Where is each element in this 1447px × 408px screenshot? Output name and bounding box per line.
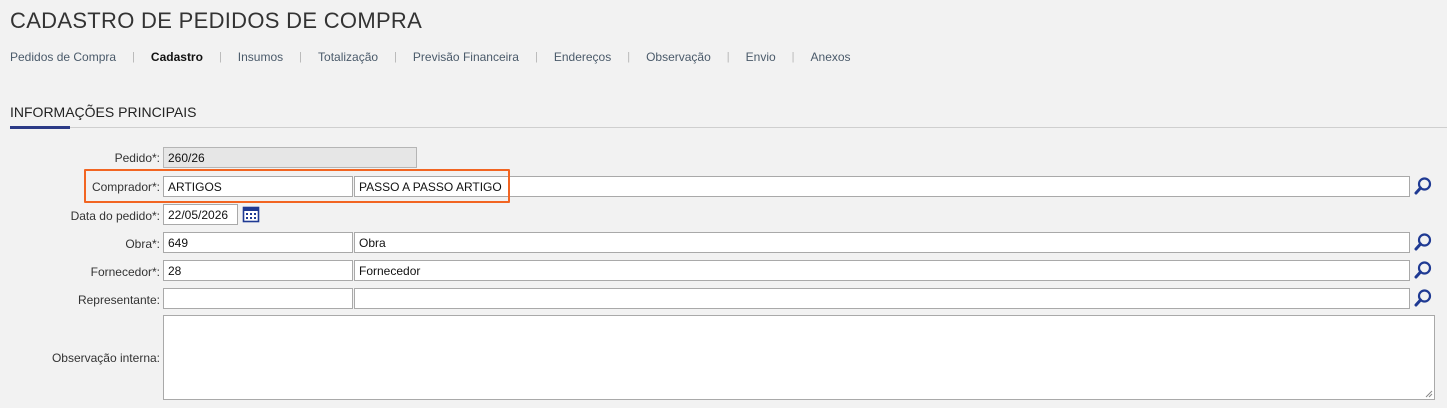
tab-previsao-financeira[interactable]: Previsão Financeira <box>413 50 519 64</box>
tab-separator: | <box>726 51 730 63</box>
comprador-code-input[interactable] <box>163 176 353 197</box>
page-title: CADASTRO DE PEDIDOS DE COMPRA <box>10 8 423 33</box>
tab-insumos[interactable]: Insumos <box>238 50 283 64</box>
tab-anexos[interactable]: Anexos <box>811 50 851 64</box>
fornecedor-code-input[interactable] <box>163 260 353 281</box>
tab-separator: | <box>132 51 135 63</box>
tab-observacao[interactable]: Observação <box>646 50 711 64</box>
comprador-search-icon[interactable] <box>1413 176 1433 196</box>
obra-search-icon[interactable] <box>1413 232 1433 252</box>
fornecedor-name-input[interactable] <box>354 260 1410 281</box>
comprador-name-input[interactable] <box>354 176 1410 197</box>
tab-separator: | <box>791 51 795 63</box>
representante-name-input[interactable] <box>354 288 1410 309</box>
observacao-interna-label: Observação interna: <box>51 351 160 365</box>
representante-code-input[interactable] <box>163 288 353 309</box>
obra-name-input[interactable] <box>354 232 1410 253</box>
fornecedor-label: Fornecedor*: <box>90 265 160 279</box>
tab-separator: | <box>299 51 303 63</box>
comprador-label: Comprador*: <box>91 180 160 194</box>
resize-grip-icon[interactable] <box>1425 390 1433 398</box>
tab-envio[interactable]: Envio <box>746 50 776 64</box>
tab-separator: | <box>218 51 222 63</box>
tab-separator: | <box>627 51 631 63</box>
obra-code-input[interactable] <box>163 232 353 253</box>
data-pedido-input[interactable] <box>163 204 238 225</box>
tab-cadastro[interactable]: Cadastro <box>151 50 203 64</box>
tab-separator: | <box>394 51 397 63</box>
tab-bar: Pedidos de Compra | Cadastro | Insumos |… <box>10 50 851 64</box>
section-divider <box>10 127 1447 128</box>
obra-label: Obra*: <box>125 237 160 251</box>
section-underline <box>10 126 70 129</box>
pedido-label: Pedido*: <box>114 151 160 165</box>
tab-pedidos-de-compra[interactable]: Pedidos de Compra <box>10 50 116 64</box>
tab-separator: | <box>534 51 538 63</box>
tab-enderecos[interactable]: Endereços <box>554 50 611 64</box>
observacao-interna-textarea[interactable] <box>163 315 1435 400</box>
data-pedido-label: Data do pedido*: <box>70 209 160 223</box>
fornecedor-search-icon[interactable] <box>1413 260 1433 280</box>
representante-label: Representante: <box>77 293 160 307</box>
section-title: INFORMAÇÕES PRINCIPAIS <box>10 104 197 120</box>
pedido-field <box>163 147 417 168</box>
tab-totalizacao[interactable]: Totalização <box>318 50 378 64</box>
representante-search-icon[interactable] <box>1413 288 1433 308</box>
calendar-icon[interactable] <box>242 205 260 223</box>
